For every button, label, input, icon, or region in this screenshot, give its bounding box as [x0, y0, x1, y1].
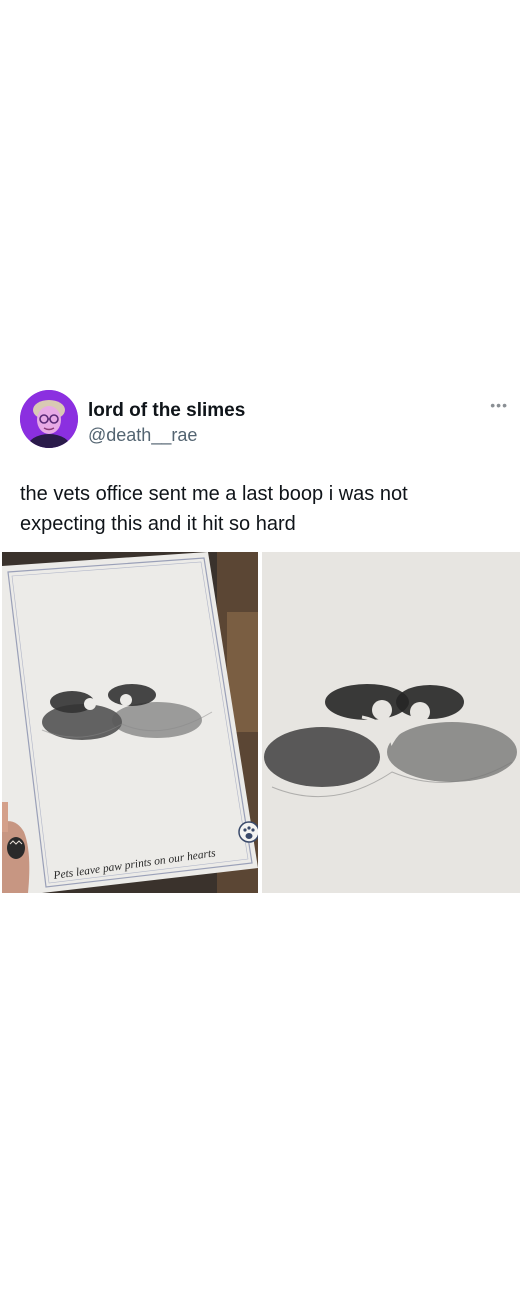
paw-logo-icon: [238, 821, 258, 843]
tweet-text: the vets office sent me a last boop i wa…: [20, 483, 408, 535]
card-photo-image: Pets leave paw prints on our hearts: [2, 552, 258, 893]
tweet-header: lord of the slimes @death__rae •••: [20, 390, 507, 450]
more-horizontal-icon[interactable]: •••: [490, 398, 508, 412]
avatar-image: [20, 390, 78, 448]
tweet-media: Pets leave paw prints on our hearts: [2, 552, 520, 893]
media-photo-card[interactable]: Pets leave paw prints on our hearts: [2, 552, 258, 893]
page: lord of the slimes @death__rae ••• the v…: [0, 0, 520, 1316]
avatar[interactable]: [20, 390, 78, 448]
user-names: lord of the slimes @death__rae: [88, 400, 245, 446]
closeup-photo-image: [262, 552, 520, 893]
media-photo-closeup[interactable]: [262, 552, 520, 893]
display-name[interactable]: lord of the slimes: [88, 400, 245, 422]
user-handle[interactable]: @death__rae: [88, 424, 245, 446]
